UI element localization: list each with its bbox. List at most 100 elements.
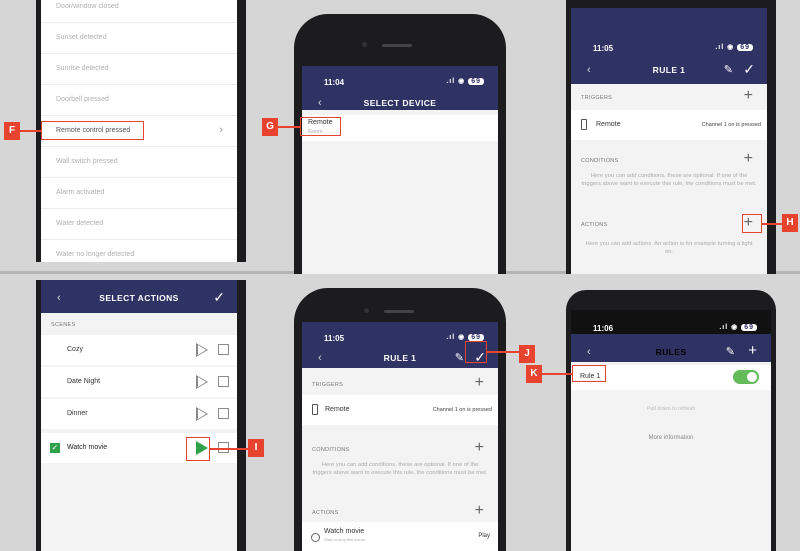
list-item[interactable]: Sunset detected — [41, 23, 237, 54]
scene-row-dinner[interactable]: Dinner — [41, 399, 237, 429]
checkmark-icon[interactable]: ✓ — [213, 289, 225, 306]
play-icon[interactable] — [196, 407, 208, 421]
list-item[interactable]: Doorbell pressed — [41, 85, 237, 116]
add-trigger-plus-icon[interactable]: + — [475, 375, 484, 391]
phone-speaker — [382, 44, 412, 47]
scene-name: Date Night — [67, 378, 101, 385]
list-item-label: Sunrise detected — [56, 65, 109, 72]
callout-line — [210, 448, 248, 450]
list-item-label: Alarm activated — [56, 189, 105, 196]
list-item[interactable]: Wall switch pressed — [41, 147, 237, 178]
more-info-link[interactable]: More information — [571, 435, 771, 441]
play-icon[interactable] — [196, 375, 208, 389]
add-condition-plus-icon[interactable]: + — [744, 151, 753, 167]
status-time: 11:04 — [324, 78, 345, 87]
pencil-icon[interactable]: ✎ — [455, 351, 464, 364]
conditions-label: CONDITIONS — [581, 158, 619, 164]
callout-g: G — [262, 118, 278, 136]
highlight-rule-1 — [572, 365, 606, 382]
select-device-screen: 11:04 .ıl ◉ 69 ‹ SELECT DEVICE Remote Roo… — [302, 66, 498, 274]
triggers-label: TRIGGERS — [312, 382, 344, 388]
callout-f: F — [4, 122, 20, 140]
callout-i: I — [248, 439, 264, 457]
highlight-remote-control — [41, 121, 144, 140]
actions-label: ACTIONS — [312, 510, 339, 516]
callout-line — [487, 351, 519, 353]
battery-icon: 69 — [737, 44, 753, 51]
pencil-icon[interactable]: ✎ — [726, 345, 735, 358]
scene-name: Watch movie — [67, 444, 108, 451]
checkbox[interactable] — [218, 376, 229, 387]
status-time: 11:06 — [593, 324, 614, 333]
triggers-label: TRIGGERS — [581, 95, 613, 101]
highlight-play-watch-movie — [186, 437, 210, 461]
header: 11:04 .ıl ◉ 69 ‹ SELECT DEVICE — [302, 66, 498, 110]
callout-line — [762, 223, 782, 225]
scene-icon — [311, 533, 320, 542]
camera-dot — [364, 308, 369, 313]
battery-icon: 69 — [741, 324, 757, 331]
list-item[interactable]: Alarm activated — [41, 178, 237, 209]
list-item[interactable]: Door/window closed — [41, 0, 237, 23]
camera-dot — [362, 42, 367, 47]
list-item-label: Wall switch pressed — [56, 158, 118, 165]
chevron-right-icon: › — [219, 124, 223, 136]
signal-wifi-battery: .ıl ◉ 69 — [446, 77, 484, 85]
add-condition-plus-icon[interactable]: + — [475, 440, 484, 456]
navbar: ‹ SELECT ACTIONS ✓ — [41, 288, 237, 310]
battery-icon: 69 — [468, 334, 484, 341]
checked-checkbox-icon[interactable]: ✓ — [50, 443, 60, 453]
page-title: RULE 1 — [652, 65, 686, 75]
status-bar: 11:04 .ıl ◉ 69 — [302, 72, 498, 94]
conditions-help: Here you can add conditions, these are o… — [581, 173, 757, 187]
list-item-label: Sunset detected — [56, 34, 107, 41]
status-bar: 11:06 .ıl ◉ 69 — [571, 318, 771, 340]
page-title: SELECT ACTIONS — [99, 293, 179, 303]
status-time: 11:05 — [593, 44, 614, 53]
list-item[interactable]: Sunrise detected — [41, 54, 237, 85]
signal-wifi-battery: .ıl ◉ 69 — [719, 323, 757, 331]
play-icon[interactable] — [196, 343, 208, 357]
remote-icon — [581, 119, 587, 130]
rule-toggle[interactable] — [733, 370, 759, 384]
navbar: ‹ SELECT DEVICE — [302, 93, 498, 115]
navbar: ‹ RULE 1 ✎ ✓ — [571, 60, 767, 82]
checkmark-icon[interactable]: ✓ — [743, 61, 755, 78]
status-bar: 11:05 .ıl ◉ 69 — [571, 38, 767, 60]
checkbox[interactable] — [218, 408, 229, 419]
scene-row-date-night[interactable]: Date Night — [41, 367, 237, 397]
select-actions-screen: ‹ SELECT ACTIONS ✓ SCENES Cozy Date Nigh… — [41, 280, 237, 551]
scene-name: Dinner — [67, 410, 88, 417]
callout-line — [542, 373, 572, 375]
add-action-plus-icon[interactable]: + — [475, 503, 484, 519]
trigger-value: Channel 1 on is pressed — [701, 122, 761, 128]
list-item[interactable]: Water detected — [41, 209, 237, 240]
remote-icon — [312, 404, 318, 415]
list-item-label: Water detected — [56, 220, 104, 227]
action-value: Play — [478, 533, 490, 539]
actions-label: ACTIONS — [581, 222, 608, 228]
header: ‹ SELECT ACTIONS ✓ — [41, 280, 237, 313]
status-time: 11:05 — [324, 334, 345, 343]
pencil-icon[interactable]: ✎ — [724, 63, 733, 76]
trigger-row[interactable]: Remote Channel 1 on is pressed — [571, 110, 767, 140]
callout-h: H — [782, 214, 798, 232]
phone-select-device: 11:04 .ıl ◉ 69 ‹ SELECT DEVICE Remote Roo… — [294, 14, 506, 274]
phone-speaker — [384, 310, 414, 313]
scenes-label: SCENES — [51, 322, 76, 328]
checkbox[interactable] — [218, 344, 229, 355]
action-name: Watch movie — [324, 528, 365, 535]
highlight-remote-device — [300, 117, 341, 136]
add-plus-icon[interactable]: + — [748, 342, 757, 359]
trigger-value: Channel 1 on is pressed — [432, 407, 492, 413]
action-row[interactable]: Watch movie Start or stop this scene Pla… — [302, 522, 498, 551]
phone-select-actions: ‹ SELECT ACTIONS ✓ SCENES Cozy Date Nigh… — [36, 280, 246, 551]
list-item[interactable]: Water no longer detected — [41, 240, 237, 262]
pull-to-refresh-text: Pull down to refresh — [646, 406, 696, 412]
phone-rule-1-with-action: 11:05 .ıl ◉ 69 ‹ RULE 1 ✎ ✓ TRIGGERS + Re… — [294, 288, 506, 551]
header: 11:06 .ıl ◉ 69 ‹ RULES ✎ + — [571, 310, 771, 362]
add-trigger-plus-icon[interactable]: + — [744, 88, 753, 104]
scene-row-cozy[interactable]: Cozy — [41, 335, 237, 365]
signal-wifi-battery: .ıl ◉ 69 — [715, 43, 753, 51]
trigger-row[interactable]: Remote Channel 1 on is pressed — [302, 395, 498, 425]
